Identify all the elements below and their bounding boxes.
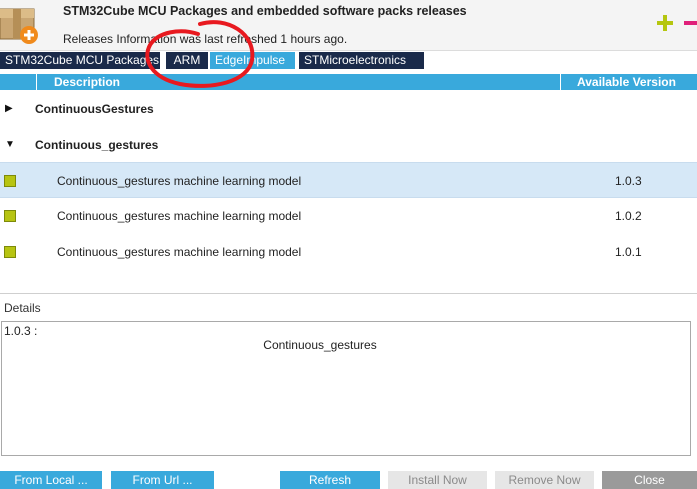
refresh-button[interactable]: Refresh (280, 471, 380, 489)
column-divider (36, 74, 37, 90)
package-add-icon (0, 8, 38, 44)
tab-arm[interactable]: ARM (166, 52, 208, 69)
tab-edgeimpulse[interactable]: EdgeImpulse (210, 52, 295, 69)
item-version: 1.0.3 (615, 174, 642, 188)
from-local-button[interactable]: From Local ... (0, 471, 102, 489)
remove-now-button[interactable]: Remove Now (495, 471, 594, 489)
list-item-1-0-1[interactable]: Continuous_gestures machine learning mod… (0, 234, 697, 270)
item-description: Continuous_gestures machine learning mod… (57, 209, 302, 223)
package-status-icon (4, 246, 16, 258)
expand-arrow-icon[interactable]: ▶ (5, 103, 13, 114)
details-version: 1.0.3 : (4, 324, 38, 338)
item-description: Continuous_gestures machine learning mod… (57, 174, 302, 188)
item-description: Continuous_gestures machine learning mod… (57, 245, 302, 259)
header: STM32Cube MCU Packages and embedded soft… (0, 0, 697, 51)
group-label: ContinuousGestures (35, 102, 154, 116)
list-item-1-0-3[interactable]: Continuous_gestures machine learning mod… (0, 162, 697, 198)
item-version: 1.0.1 (615, 245, 642, 259)
refresh-status: Releases Information was last refreshed … (63, 32, 348, 46)
tab-stmicroelectronics[interactable]: STMicroelectronics (299, 52, 424, 69)
plus-icon[interactable] (657, 15, 673, 31)
column-header-available-version[interactable]: Available Version (577, 74, 676, 90)
collapse-arrow-icon[interactable]: ▼ (5, 139, 15, 150)
column-divider (560, 74, 561, 90)
details-panel[interactable]: 1.0.3 : Continuous_gestures (1, 321, 691, 456)
item-version: 1.0.2 (615, 209, 642, 223)
group-label: Continuous_gestures (35, 138, 159, 152)
column-header-description[interactable]: Description (54, 74, 120, 90)
package-status-icon (4, 175, 16, 187)
group-row-continuous-gestures[interactable]: ▼ Continuous_gestures (0, 127, 697, 163)
tab-stm32cube-mcu-packages[interactable]: STM32Cube MCU Packages (0, 52, 160, 69)
close-button[interactable]: Close (602, 471, 697, 489)
package-list: ▶ ContinuousGestures ▼ Continuous_gestur… (0, 90, 697, 294)
package-manager-window: STM32Cube MCU Packages and embedded soft… (0, 0, 697, 489)
list-header: Description Available Version (0, 74, 697, 90)
group-row-continuousgestures[interactable]: ▶ ContinuousGestures (0, 91, 697, 127)
list-item-1-0-2[interactable]: Continuous_gestures machine learning mod… (0, 198, 697, 234)
package-status-icon (4, 210, 16, 222)
from-url-button[interactable]: From Url ... (111, 471, 214, 489)
install-now-button[interactable]: Install Now (388, 471, 487, 489)
page-title: STM32Cube MCU Packages and embedded soft… (63, 4, 467, 18)
details-package-name: Continuous_gestures (263, 338, 377, 352)
details-heading: Details (4, 301, 41, 315)
minus-icon[interactable] (684, 15, 697, 31)
